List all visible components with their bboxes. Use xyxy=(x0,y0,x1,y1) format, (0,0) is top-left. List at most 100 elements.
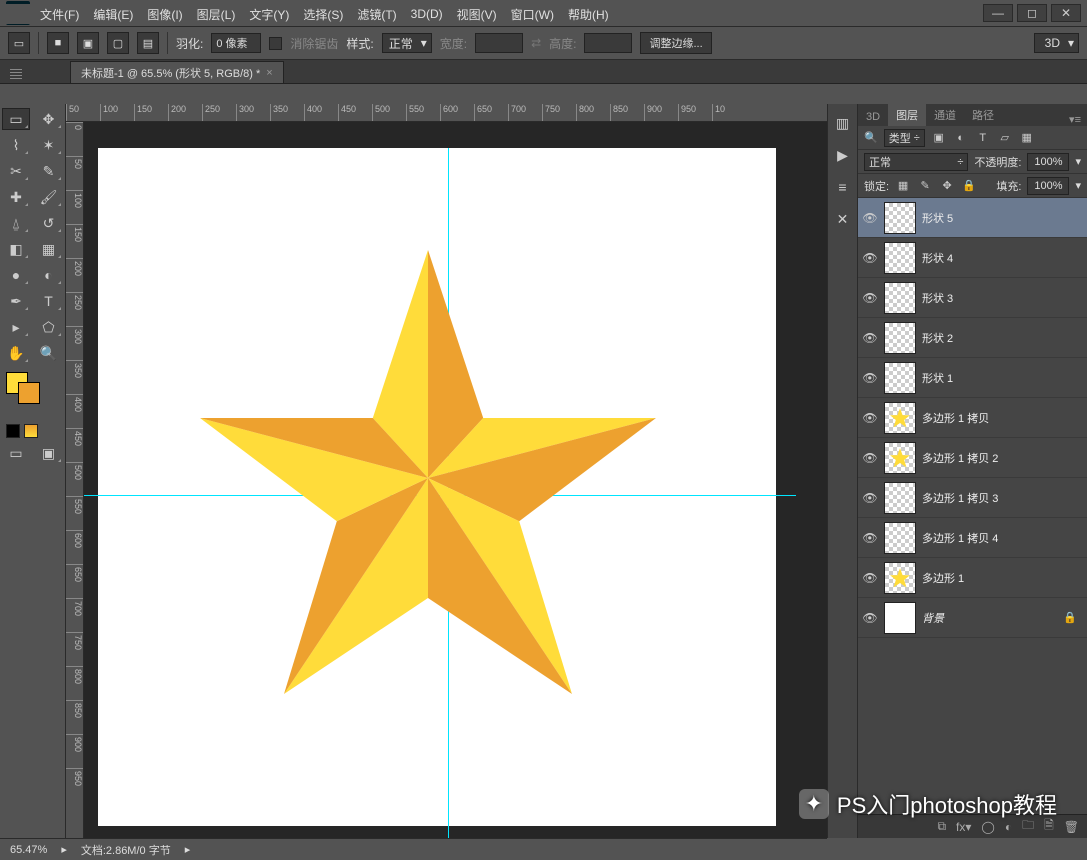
panel-icon-tools[interactable]: ✕ xyxy=(832,208,854,230)
marquee-tool[interactable]: ▭ xyxy=(2,108,30,130)
filter-type-icon[interactable]: T xyxy=(975,130,991,146)
document-tab[interactable]: 未标题-1 @ 65.5% (形状 5, RGB/8) * × xyxy=(70,61,284,83)
layer-row[interactable]: 👁多边形 1 xyxy=(858,558,1087,598)
layer-thumbnail[interactable] xyxy=(884,402,916,434)
background-color[interactable] xyxy=(18,382,40,404)
layer-name[interactable]: 形状 4 xyxy=(922,250,953,266)
screenmode-icon[interactable] xyxy=(24,424,38,438)
layer-row[interactable]: 👁多边形 1 拷贝 xyxy=(858,398,1087,438)
menu-layer[interactable]: 图层(L) xyxy=(197,6,236,23)
history-brush-tool[interactable]: ↺ xyxy=(35,212,63,234)
layer-row[interactable]: 👁 形状 1 xyxy=(858,358,1087,398)
lasso-tool[interactable]: ⌇ xyxy=(2,134,30,156)
quick-select-tool[interactable]: ✶ xyxy=(35,134,63,156)
close-button[interactable]: ✕ xyxy=(1051,4,1081,22)
zoom-tool[interactable]: 🔍 xyxy=(35,342,63,364)
menu-view[interactable]: 视图(V) xyxy=(457,6,497,23)
tab-paths[interactable]: 路径 xyxy=(964,104,1002,126)
menu-image[interactable]: 图像(I) xyxy=(147,6,182,23)
type-tool[interactable]: T xyxy=(35,290,63,312)
panel-icon-align[interactable]: ≡ xyxy=(832,176,854,198)
lock-all-icon[interactable]: 🔒 xyxy=(961,178,977,194)
layer-row[interactable]: 👁 形状 5 xyxy=(858,198,1087,238)
layer-row[interactable]: 👁 多边形 1 拷贝 3 xyxy=(858,478,1087,518)
new-layer-icon[interactable]: 🗎 xyxy=(1044,816,1054,837)
opacity-value[interactable]: 100% xyxy=(1027,153,1069,171)
lock-trans-icon[interactable]: ▦ xyxy=(895,178,911,194)
minimize-button[interactable]: — xyxy=(983,4,1013,22)
dodge-tool[interactable]: ◐ xyxy=(35,264,63,286)
tab-3d[interactable]: 3D xyxy=(858,108,888,126)
canvas[interactable] xyxy=(98,148,776,826)
lock-paint-icon[interactable]: ✎ xyxy=(917,178,933,194)
filter-shape-icon[interactable]: ▱ xyxy=(997,130,1013,146)
status-arrow-icon[interactable]: ▸ xyxy=(61,843,67,856)
filter-smart-icon[interactable]: ▦ xyxy=(1019,130,1035,146)
visibility-icon[interactable]: 👁 xyxy=(862,211,878,225)
layer-name[interactable]: 形状 3 xyxy=(922,290,953,306)
menu-3d[interactable]: 3D(D) xyxy=(411,7,443,21)
panel-icon-3d[interactable]: ▥ xyxy=(832,112,854,134)
delete-layer-icon[interactable]: 🗑 xyxy=(1064,820,1079,834)
eyedropper-tool[interactable]: ✎ xyxy=(35,160,63,182)
layer-name[interactable]: 多边形 1 拷贝 2 xyxy=(922,450,998,466)
screen-mode-icon[interactable]: ▣ xyxy=(35,442,63,464)
blur-tool[interactable]: ● xyxy=(2,264,30,286)
feather-input[interactable] xyxy=(211,33,261,53)
visibility-icon[interactable]: 👁 xyxy=(862,291,878,305)
fill-value[interactable]: 100% xyxy=(1027,177,1069,195)
layer-name[interactable]: 多边形 1 拷贝 xyxy=(922,410,989,426)
path-select-tool[interactable]: ▸ xyxy=(2,316,30,338)
layer-fx-icon[interactable]: fx▾ xyxy=(956,820,971,834)
quickmask-icon[interactable] xyxy=(6,424,20,438)
document-tab-close-icon[interactable]: × xyxy=(266,67,272,79)
layer-name[interactable]: 背景 xyxy=(922,610,944,626)
blend-mode-select[interactable]: 正常÷ xyxy=(864,153,968,171)
ruler-horizontal[interactable]: 5010015020025030035040045050055060065070… xyxy=(66,104,827,122)
layer-thumbnail[interactable] xyxy=(884,322,916,354)
lock-pos-icon[interactable]: ✥ xyxy=(939,178,955,194)
visibility-icon[interactable]: 👁 xyxy=(862,451,878,465)
color-swatches[interactable] xyxy=(2,368,63,420)
layer-name[interactable]: 多边形 1 拷贝 3 xyxy=(922,490,998,506)
crop-tool[interactable]: ✂ xyxy=(2,160,30,182)
visibility-icon[interactable]: 👁 xyxy=(862,251,878,265)
layer-thumbnail[interactable] xyxy=(884,362,916,394)
maximize-button[interactable]: ◻ xyxy=(1017,4,1047,22)
layer-row[interactable]: 👁背景🔒 xyxy=(858,598,1087,638)
menu-type[interactable]: 文字(Y) xyxy=(249,6,289,23)
menu-file[interactable]: 文件(F) xyxy=(40,6,79,23)
layer-mask-icon[interactable]: ◯ xyxy=(981,820,994,834)
layer-thumbnail[interactable] xyxy=(884,282,916,314)
tool-preset-icon[interactable]: ▭ xyxy=(8,32,30,54)
height-input[interactable] xyxy=(584,33,632,53)
dock-handle-icon[interactable] xyxy=(10,65,22,83)
filter-pixel-icon[interactable]: ▣ xyxy=(931,130,947,146)
layer-filter-select[interactable]: 类型 ÷ xyxy=(884,129,925,147)
ruler-vertical[interactable]: 0501001502002503003504004505005506006507… xyxy=(66,122,84,838)
layer-name[interactable]: 多边形 1 拷贝 4 xyxy=(922,530,998,546)
workspace-select[interactable]: 3D▾ xyxy=(1034,33,1079,53)
status-zoom[interactable]: 65.47% xyxy=(10,844,47,856)
move-tool[interactable]: ✥ xyxy=(35,108,63,130)
layer-thumbnail[interactable] xyxy=(884,522,916,554)
layer-row[interactable]: 👁 形状 3 xyxy=(858,278,1087,318)
visibility-icon[interactable]: 👁 xyxy=(862,331,878,345)
hand-tool[interactable]: ✋ xyxy=(2,342,30,364)
adjustment-layer-icon[interactable]: ◐ xyxy=(1005,820,1012,834)
layer-thumbnail[interactable] xyxy=(884,242,916,274)
selection-intersect-icon[interactable]: ▤ xyxy=(137,32,159,54)
healing-tool[interactable]: ✚ xyxy=(2,186,30,208)
visibility-icon[interactable]: 👁 xyxy=(862,491,878,505)
visibility-icon[interactable]: 👁 xyxy=(862,371,878,385)
swap-wh-icon[interactable]: ⇄ xyxy=(531,36,541,50)
layer-row[interactable]: 👁多边形 1 拷贝 4 xyxy=(858,518,1087,558)
width-input[interactable] xyxy=(475,33,523,53)
layer-thumbnail[interactable] xyxy=(884,562,916,594)
layer-name[interactable]: 形状 2 xyxy=(922,330,953,346)
layer-name[interactable]: 形状 1 xyxy=(922,370,953,386)
layer-name[interactable]: 形状 5 xyxy=(922,210,953,226)
layer-thumbnail[interactable] xyxy=(884,202,916,234)
antialias-checkbox[interactable] xyxy=(269,37,282,50)
status-doc-info[interactable]: 文档:2.86M/0 字节 xyxy=(81,842,171,858)
